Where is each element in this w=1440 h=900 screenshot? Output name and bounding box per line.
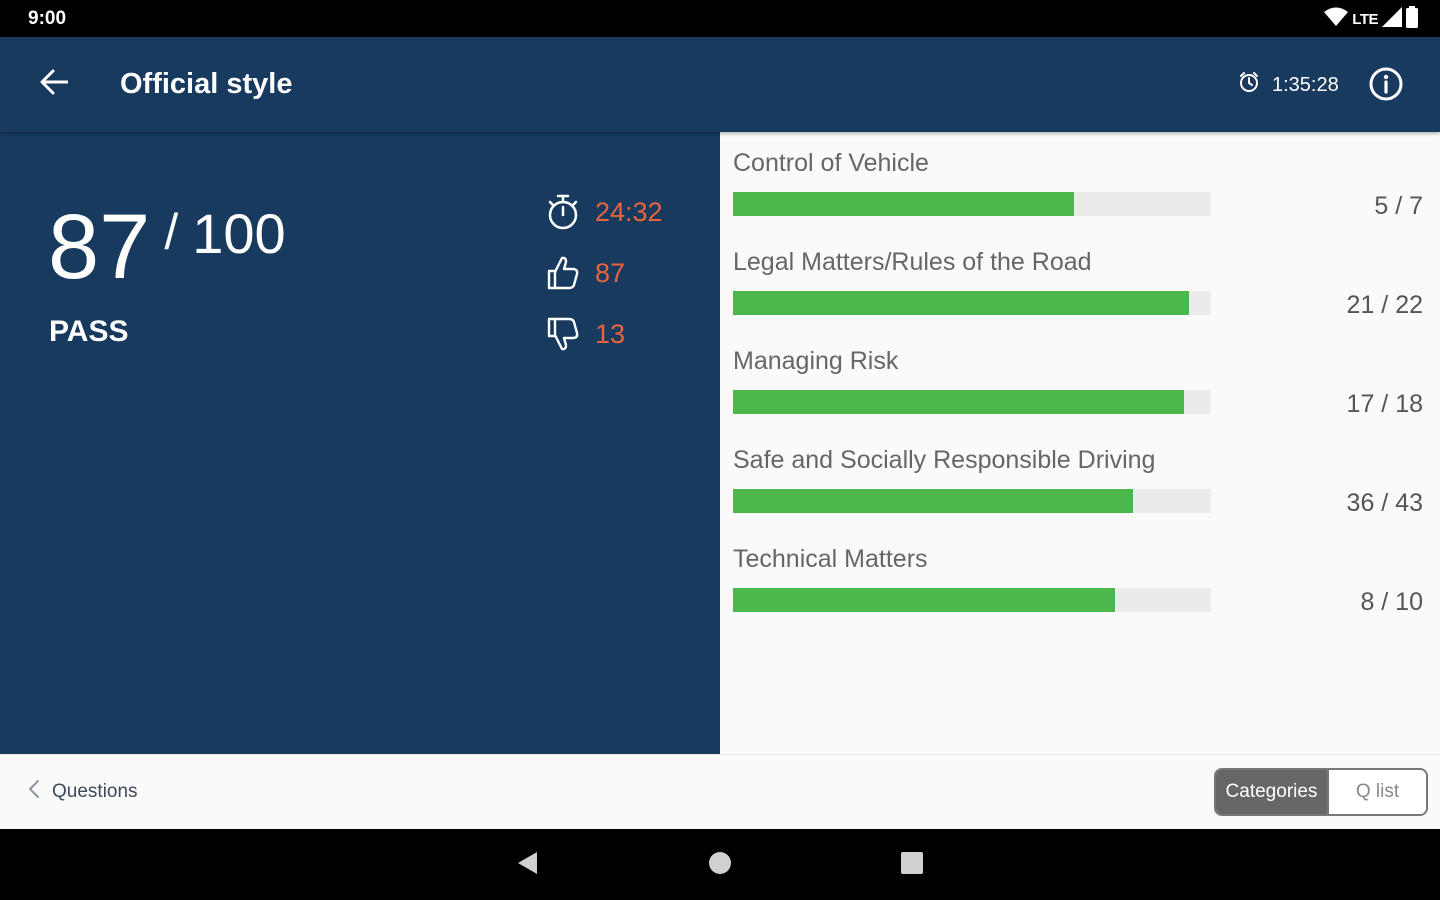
bottom-bar: Questions Categories Q list <box>0 754 1440 829</box>
progress-track <box>733 192 1211 216</box>
clock-icon <box>1238 71 1260 99</box>
category-score: 21 / 22 <box>1346 291 1423 319</box>
category-score: 36 / 43 <box>1346 489 1423 517</box>
summary-panel: 87 / 100 PASS 24:32 87 13 <box>0 132 720 754</box>
stat-incorrect: 13 <box>545 314 625 354</box>
incorrect-count: 13 <box>595 318 626 349</box>
battery-icon <box>1406 5 1418 33</box>
questions-link[interactable]: Questions <box>28 779 138 805</box>
category-name: Technical Matters <box>733 545 928 573</box>
score-display: 87 / 100 <box>48 197 286 297</box>
info-icon <box>1368 66 1404 107</box>
info-button[interactable] <box>1367 67 1405 105</box>
category-score: 5 / 7 <box>1374 192 1423 220</box>
timer-value: 1:35:28 <box>1272 73 1339 96</box>
progress-track <box>733 291 1211 315</box>
view-toggle: Categories Q list <box>1214 768 1428 816</box>
category-panel: Control of Vehicle 5 / 7 Legal Matters/R… <box>720 132 1440 754</box>
progress-fill <box>733 489 1134 513</box>
thumbs-up-icon <box>545 254 581 292</box>
progress-fill <box>733 390 1185 414</box>
nav-home-button[interactable] <box>702 847 738 883</box>
score-value: 87 <box>48 196 151 298</box>
status-time: 9:00 <box>28 8 67 29</box>
category-name: Control of Vehicle <box>733 149 929 177</box>
result-status: PASS <box>49 315 129 348</box>
progress-fill <box>733 192 1075 216</box>
system-nav-bar <box>0 829 1440 900</box>
score-total: 100 <box>192 202 286 265</box>
network-type: LTE <box>1352 10 1378 28</box>
category-name: Managing Risk <box>733 347 899 375</box>
page-title: Official style <box>120 68 293 100</box>
nav-recents-button[interactable] <box>894 847 930 883</box>
time-taken-value: 24:32 <box>595 196 663 227</box>
back-triangle-icon <box>515 850 539 881</box>
status-icons: LTE <box>1324 5 1418 33</box>
session-timer: 1:35:28 <box>1238 71 1339 99</box>
progress-track <box>733 489 1211 513</box>
back-button[interactable] <box>34 64 74 104</box>
status-bar: 9:00 LTE <box>0 0 1440 37</box>
signal-icon <box>1382 6 1402 32</box>
progress-track <box>733 390 1211 414</box>
progress-fill <box>733 588 1116 612</box>
chevron-left-icon <box>28 779 40 805</box>
questions-label: Questions <box>52 781 138 802</box>
thumbs-down-icon <box>545 315 581 353</box>
progress-track <box>733 588 1211 612</box>
category-name: Safe and Socially Responsible Driving <box>733 446 1156 474</box>
tab-q-list[interactable]: Q list <box>1327 770 1426 814</box>
category-name: Legal Matters/Rules of the Road <box>733 248 1092 276</box>
tab-categories[interactable]: Categories <box>1216 770 1327 814</box>
progress-fill <box>733 291 1190 315</box>
category-score: 17 / 18 <box>1346 390 1423 418</box>
stat-time: 24:32 <box>545 192 663 232</box>
category-score: 8 / 10 <box>1360 588 1423 616</box>
home-circle-icon <box>708 851 732 880</box>
category-row[interactable]: Technical Matters 8 / 10 <box>733 545 1423 625</box>
category-row[interactable]: Control of Vehicle 5 / 7 <box>733 149 1423 229</box>
back-arrow-icon <box>40 69 69 100</box>
category-row[interactable]: Managing Risk 17 / 18 <box>733 347 1423 427</box>
category-row[interactable]: Safe and Socially Responsible Driving 36… <box>733 446 1423 526</box>
recents-square-icon <box>900 851 924 880</box>
wifi-icon <box>1324 7 1349 32</box>
correct-count: 87 <box>595 257 626 288</box>
nav-back-button[interactable] <box>509 847 545 883</box>
score-separator: / <box>164 204 179 260</box>
app-bar: Official style 1:35:28 <box>0 37 1440 132</box>
stopwatch-icon <box>545 193 581 231</box>
category-row[interactable]: Legal Matters/Rules of the Road 21 / 22 <box>733 248 1423 328</box>
stat-correct: 87 <box>545 253 625 293</box>
